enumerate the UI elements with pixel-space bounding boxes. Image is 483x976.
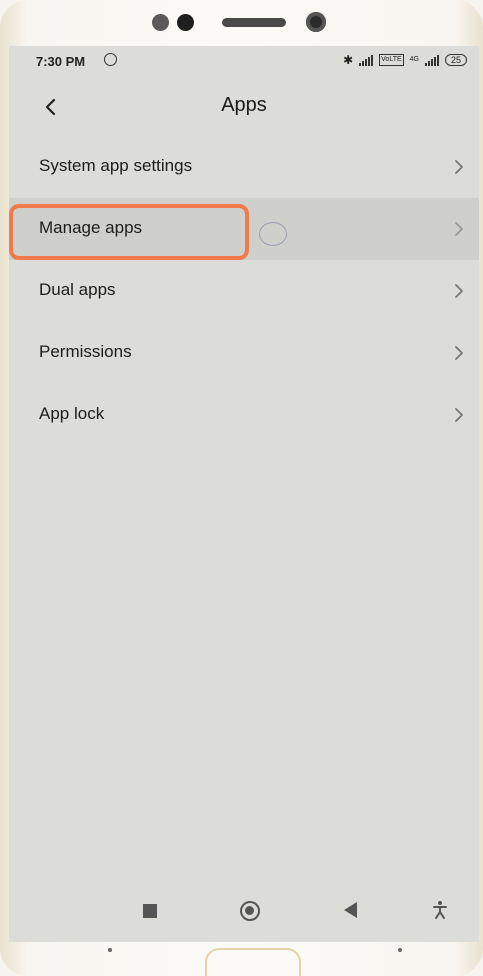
touch-indicator	[259, 222, 287, 246]
front-camera	[306, 12, 326, 32]
navigation-bar	[9, 882, 479, 942]
list-item-label: Manage apps	[39, 218, 143, 237]
alarm-icon	[104, 53, 117, 66]
list-item-dual-apps[interactable]: Dual apps	[9, 260, 479, 322]
list-item-manage-apps[interactable]: Manage apps	[9, 198, 479, 260]
list-item-label: App lock	[39, 404, 105, 423]
chevron-right-icon	[455, 222, 463, 236]
list-item-permissions[interactable]: Permissions	[9, 322, 479, 384]
chevron-right-icon	[455, 160, 463, 174]
sensor-dot	[177, 14, 194, 31]
list-item-label: Dual apps	[39, 280, 116, 299]
earpiece-speaker	[222, 18, 286, 27]
home-icon[interactable]	[240, 901, 260, 921]
volte-icon: VoLTE	[379, 54, 404, 66]
battery-icon: 25	[444, 54, 467, 66]
hardware-key-dot	[398, 948, 402, 952]
hardware-home-button	[205, 948, 301, 976]
top-bezel	[0, 0, 483, 46]
bluetooth-icon: ✱	[343, 53, 354, 67]
app-header: Apps	[9, 84, 479, 132]
list-item-system-app-settings[interactable]: System app settings	[9, 136, 479, 198]
chevron-right-icon	[455, 284, 463, 298]
hardware-key-dot	[108, 948, 112, 952]
chevron-right-icon	[455, 408, 463, 422]
screen: 7:30 PM ✱ VoLTE 4G 25 Apps System app se…	[9, 46, 479, 942]
list-item-app-lock[interactable]: App lock	[9, 384, 479, 446]
signal-icon	[359, 54, 374, 66]
back-icon[interactable]	[344, 902, 357, 918]
accessibility-icon[interactable]	[432, 900, 448, 920]
status-bar: 7:30 PM ✱ VoLTE 4G 25	[9, 46, 479, 76]
network-type: 4G	[409, 56, 419, 63]
settings-list: System app settings Manage apps Dual app…	[9, 136, 479, 446]
page-title: Apps	[221, 94, 267, 116]
sensor-dot	[152, 14, 169, 31]
signal-icon	[424, 54, 439, 66]
status-time: 7:30 PM	[36, 54, 86, 69]
status-icons: ✱ VoLTE 4G 25	[343, 53, 467, 67]
list-item-label: Permissions	[39, 342, 132, 361]
recent-apps-icon[interactable]	[143, 904, 157, 918]
bottom-bezel	[0, 942, 483, 976]
list-item-label: System app settings	[39, 156, 193, 175]
chevron-right-icon	[455, 346, 463, 360]
phone-frame: 7:30 PM ✱ VoLTE 4G 25 Apps System app se…	[0, 0, 483, 976]
